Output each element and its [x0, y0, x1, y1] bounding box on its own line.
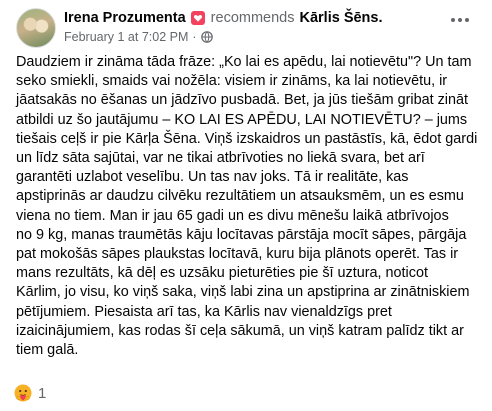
- heart-flag-icon: [190, 11, 205, 25]
- recommends-label: recommends: [210, 10, 295, 26]
- author-name[interactable]: Irena Prozumenta: [64, 8, 186, 28]
- post-body: Daudziem ir zināma tāda frāze: „Ko lai e…: [16, 54, 478, 359]
- care-emoji-icon: [14, 384, 32, 402]
- post-timestamp[interactable]: February 1 at 7:02 PM: [64, 29, 188, 45]
- globe-icon[interactable]: [200, 31, 213, 43]
- reaction-count: 1: [38, 384, 47, 402]
- post-header-title: Irena Prozumenta recommends Kārlis Šēns.: [64, 8, 383, 28]
- post-meta: February 1 at 7:02 PM ·: [64, 29, 383, 45]
- reactions-summary[interactable]: 1: [14, 384, 46, 402]
- more-options-icon[interactable]: [442, 8, 478, 32]
- post-header-text: Irena Prozumenta recommends Kārlis Šēns.…: [64, 8, 383, 45]
- recommendation-post: Irena Prozumenta recommends Kārlis Šēns.…: [0, 0, 492, 411]
- author-avatar[interactable]: [16, 8, 56, 48]
- post-header: Irena Prozumenta recommends Kārlis Šēns.…: [16, 8, 383, 48]
- recommended-page-link[interactable]: Kārlis Šēns.: [299, 8, 382, 28]
- meta-separator: ·: [192, 30, 197, 44]
